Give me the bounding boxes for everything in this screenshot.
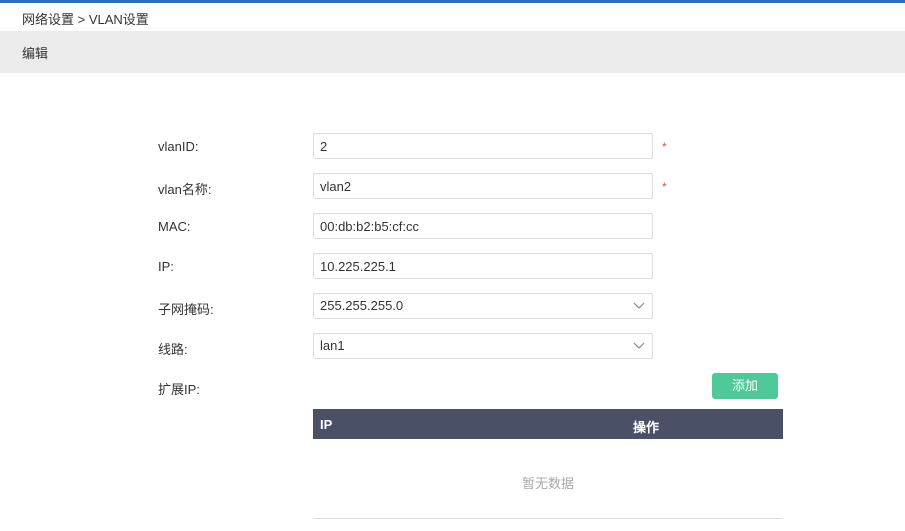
line-select[interactable]: lan1 xyxy=(313,333,653,359)
vlan-name-input[interactable] xyxy=(314,174,652,198)
line-value: lan1 xyxy=(320,338,345,353)
empty-data-text: 暂无数据 xyxy=(521,476,574,491)
vlan-name-label: vlan名称: xyxy=(158,182,212,197)
ip-input[interactable] xyxy=(314,254,652,278)
ip-label: IP: xyxy=(158,259,174,274)
ip-field[interactable] xyxy=(313,253,653,279)
column-header-operation: 操作 xyxy=(633,420,660,435)
vlan-id-input[interactable] xyxy=(314,134,652,158)
column-header-ip: IP xyxy=(320,417,333,432)
subnet-mask-value: 255.255.255.0 xyxy=(320,298,404,313)
mac-label: MAC: xyxy=(158,219,191,234)
add-button[interactable]: 添加 xyxy=(712,373,778,399)
chevron-down-icon[interactable] xyxy=(632,340,646,352)
section-title: 编辑 xyxy=(22,46,49,61)
table-header: IP 操作 xyxy=(313,409,783,439)
required-mark: * xyxy=(662,140,667,154)
required-mark: * xyxy=(662,180,667,194)
section-header: 编辑 xyxy=(0,31,905,73)
ext-ip-table: IP 操作 暂无数据 xyxy=(313,409,783,519)
vlan-id-field[interactable] xyxy=(313,133,653,159)
vlan-id-label: vlanID: xyxy=(158,139,199,154)
mac-field[interactable] xyxy=(313,213,653,239)
ext-ip-label: 扩展IP: xyxy=(158,382,200,397)
mac-input[interactable] xyxy=(314,214,652,238)
table-body: 暂无数据 xyxy=(313,439,783,519)
chevron-down-icon[interactable] xyxy=(632,300,646,312)
subnet-mask-label: 子网掩码: xyxy=(158,302,214,317)
top-accent-bar xyxy=(0,0,905,3)
breadcrumb: 网络设置 > VLAN设置 xyxy=(22,12,149,27)
vlan-name-field[interactable] xyxy=(313,173,653,199)
subnet-mask-select[interactable]: 255.255.255.0 xyxy=(313,293,653,319)
line-label: 线路: xyxy=(158,342,188,357)
